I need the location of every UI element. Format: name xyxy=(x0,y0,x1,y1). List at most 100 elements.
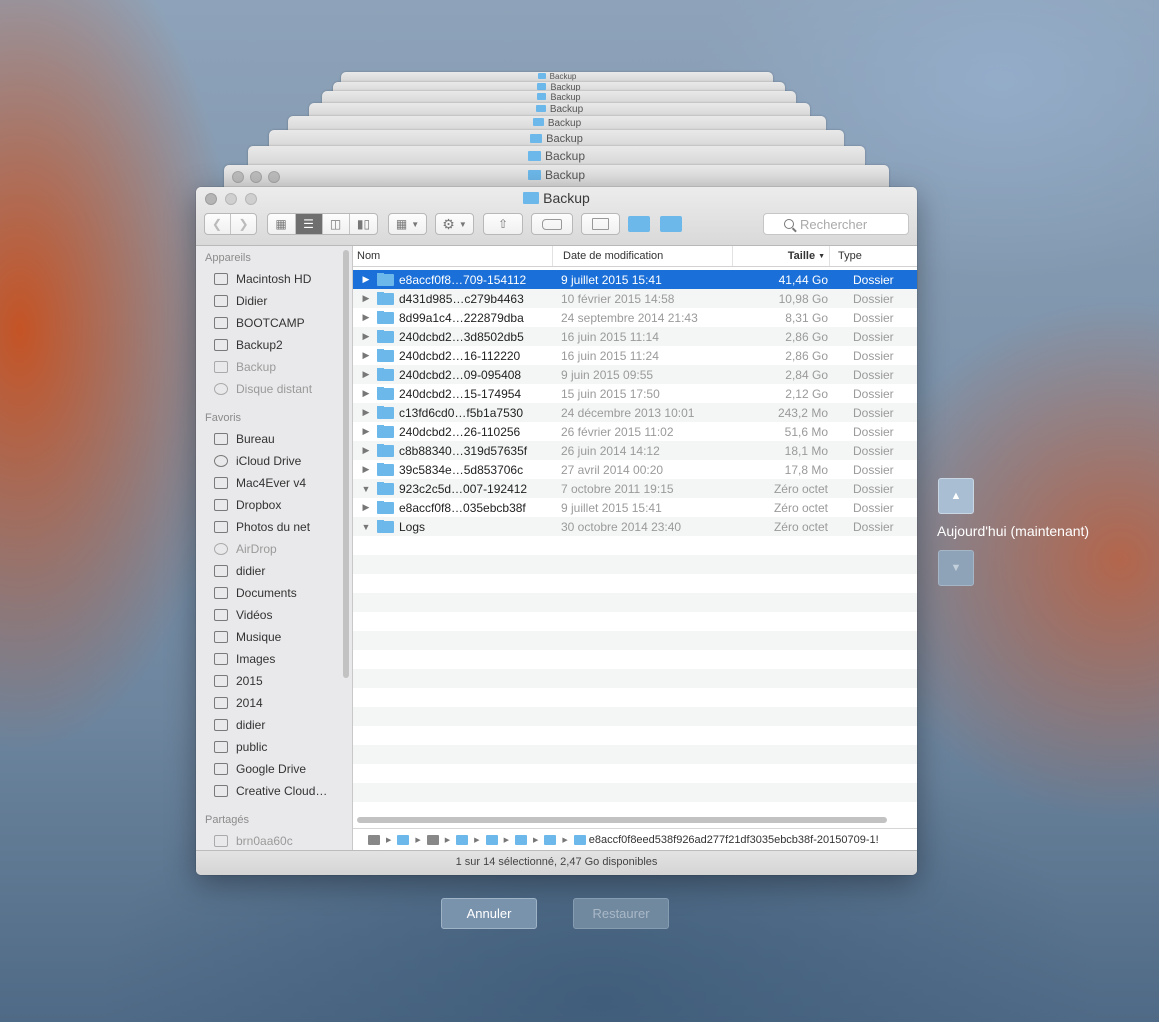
disclosure-collapsed-icon[interactable]: ▶ xyxy=(353,350,377,361)
file-row[interactable]: ▶ e8accf0f8…709-154112 9 juillet 2015 15:4… xyxy=(353,270,917,289)
folder-icon[interactable] xyxy=(456,834,469,845)
sidebar-item[interactable]: AirDrop xyxy=(196,538,352,560)
sidebar-scrollbar[interactable] xyxy=(343,250,349,678)
file-row[interactable]: ▶ e8accf0f8…035ebcb38f 9 juillet 2015 15:4… xyxy=(353,498,917,517)
forward-button[interactable]: ❯ xyxy=(231,214,257,234)
laptop-icon xyxy=(214,295,228,307)
file-row[interactable]: ▶ c13fd6cd0…f5b1a7530 24 décembre 2013 10:… xyxy=(353,403,917,422)
file-row[interactable]: ▶ d431d985…c279b4463 10 février 2015 14:58… xyxy=(353,289,917,308)
action-button[interactable]: ⚙ ▼ xyxy=(435,213,474,235)
sidebar-item[interactable]: Macintosh HD xyxy=(196,268,352,290)
tags-button[interactable] xyxy=(531,213,573,235)
file-row[interactable]: ▼ Logs 30 octobre 2014 23:40 Zéro octet Doss… xyxy=(353,517,917,536)
sidebar-item[interactable]: Backup2 xyxy=(196,334,352,356)
sidebar-item[interactable]: Dropbox xyxy=(196,494,352,516)
sidebar-item[interactable]: Creative Cloud… xyxy=(196,780,352,802)
new-folder-icon xyxy=(592,218,609,230)
disclosure-collapsed-icon[interactable]: ▶ xyxy=(353,274,377,285)
utilities-folder-icon[interactable] xyxy=(660,216,682,232)
disclosure-expanded-icon[interactable]: ▼ xyxy=(353,484,377,494)
path-bar-current[interactable]: e8accf0f8eed538f926ad277f21df3035ebcb38f… xyxy=(589,834,879,846)
sidebar-item[interactable]: public xyxy=(196,736,352,758)
file-name: Logs xyxy=(377,519,555,534)
file-row[interactable]: ▶ 240dcbd2…26-110256 26 février 2015 11:02… xyxy=(353,422,917,441)
sidebar-item[interactable]: Images xyxy=(196,648,352,670)
folder-icon[interactable] xyxy=(397,834,410,845)
new-folder-button[interactable] xyxy=(581,213,620,235)
file-name-text: 923c2c5d…007-192412 xyxy=(399,481,528,496)
back-button[interactable]: ❮ xyxy=(205,214,231,234)
sidebar-item[interactable]: Mac4Ever v4 xyxy=(196,472,352,494)
documents-icon xyxy=(214,587,228,599)
disclosure-collapsed-icon[interactable]: ▶ xyxy=(353,407,377,418)
column-size-label: Taille xyxy=(787,250,816,262)
file-row[interactable]: ▶ 8d99a1c4…222879dba 24 septembre 2014 21:… xyxy=(353,308,917,327)
search-field[interactable]: Rechercher xyxy=(763,213,909,235)
disclosure-collapsed-icon[interactable]: ▶ xyxy=(353,388,377,399)
folder-icon xyxy=(214,697,228,709)
list-view-button[interactable]: ☰ xyxy=(295,214,323,234)
history-window[interactable]: Backup xyxy=(341,72,773,82)
file-row[interactable]: ▶ 240dcbd2…3d8502db5 16 juin 2015 11:14 2,8… xyxy=(353,327,917,346)
disclosure-collapsed-icon[interactable]: ▶ xyxy=(353,369,377,380)
timeline-down-button[interactable]: ▼ xyxy=(938,550,974,586)
sidebar-item[interactable]: didier xyxy=(196,714,352,736)
disclosure-collapsed-icon[interactable]: ▶ xyxy=(353,426,377,437)
file-row[interactable]: ▶ 240dcbd2…16-112220 16 juin 2015 11:24 2,8… xyxy=(353,346,917,365)
home-icon[interactable] xyxy=(426,834,439,845)
arrange-button[interactable]: ▦ ▼ xyxy=(388,213,427,235)
sidebar-item[interactable]: Didier xyxy=(196,290,352,312)
disclosure-collapsed-icon[interactable]: ▶ xyxy=(353,445,377,456)
sidebar-item[interactable]: Disque distant xyxy=(196,378,352,400)
folder-icon[interactable] xyxy=(485,834,498,845)
history-window[interactable]: Backup xyxy=(224,165,889,189)
cancel-button[interactable]: Annuler xyxy=(441,898,537,929)
history-window[interactable]: Backup xyxy=(309,103,810,117)
folder-icon[interactable] xyxy=(514,834,527,845)
column-type[interactable]: Type xyxy=(830,246,917,266)
disk-icon[interactable] xyxy=(368,834,380,845)
file-row[interactable]: ▶ 39c5834e…5d853706c 27 avril 2014 00:20 17… xyxy=(353,460,917,479)
sidebar-item[interactable]: Musique xyxy=(196,626,352,648)
share-button[interactable]: ⇧ xyxy=(483,213,523,235)
column-view-button[interactable]: ◫ xyxy=(323,214,350,234)
disclosure-collapsed-icon[interactable]: ▶ xyxy=(353,312,377,323)
sidebar-item[interactable]: Documents xyxy=(196,582,352,604)
horizontal-scrollbar[interactable] xyxy=(357,817,887,823)
history-window[interactable]: Backup xyxy=(248,146,865,166)
icon-view-button[interactable]: ▦ xyxy=(268,214,296,234)
cover-flow-button[interactable]: ▮▯ xyxy=(350,214,378,234)
sidebar-item-label: Dropbox xyxy=(236,498,282,512)
file-date: 24 septembre 2014 21:43 xyxy=(561,310,698,325)
disclosure-collapsed-icon[interactable]: ▶ xyxy=(353,293,377,304)
restore-button[interactable]: Restaurer xyxy=(573,898,669,929)
sidebar-item[interactable]: Vidéos xyxy=(196,604,352,626)
sidebar-item[interactable]: Bureau xyxy=(196,428,352,450)
column-size[interactable]: Taille ▼ xyxy=(733,246,830,266)
file-row[interactable]: ▶ c8b88340…319d57635f 26 juin 2014 14:12 18… xyxy=(353,441,917,460)
disclosure-collapsed-icon[interactable]: ▶ xyxy=(353,331,377,342)
sidebar-item[interactable]: Photos du net xyxy=(196,516,352,538)
folder-icon[interactable] xyxy=(573,834,586,845)
empty-row xyxy=(353,745,917,764)
column-date[interactable]: Date de modification xyxy=(553,246,733,266)
sidebar-item[interactable]: iCloud Drive xyxy=(196,450,352,472)
sidebar-item[interactable]: 2015 xyxy=(196,670,352,692)
file-row[interactable]: ▶ 240dcbd2…15-174954 15 juin 2015 17:50 2,1… xyxy=(353,384,917,403)
disclosure-collapsed-icon[interactable]: ▶ xyxy=(353,502,377,513)
disclosure-expanded-icon[interactable]: ▼ xyxy=(353,522,377,532)
applications-folder-icon[interactable] xyxy=(628,216,650,232)
file-row[interactable]: ▼ 923c2c5d…007-192412 7 octobre 2011 19:15… xyxy=(353,479,917,498)
sidebar-item[interactable]: Google Drive xyxy=(196,758,352,780)
sidebar-item[interactable]: brn0aa60c xyxy=(196,830,352,850)
column-name[interactable]: Nom xyxy=(353,246,553,266)
disclosure-collapsed-icon[interactable]: ▶ xyxy=(353,464,377,475)
sidebar-item[interactable]: Backup xyxy=(196,356,352,378)
sidebar-item[interactable]: 2014 xyxy=(196,692,352,714)
timeline-up-button[interactable]: ▲ xyxy=(938,478,974,514)
file-name: 923c2c5d…007-192412 xyxy=(377,481,555,496)
folder-icon[interactable] xyxy=(544,834,557,845)
sidebar-item[interactable]: BOOTCAMP xyxy=(196,312,352,334)
file-row[interactable]: ▶ 240dcbd2…09-095408 9 juin 2015 09:55 2,84… xyxy=(353,365,917,384)
sidebar-item[interactable]: didier xyxy=(196,560,352,582)
